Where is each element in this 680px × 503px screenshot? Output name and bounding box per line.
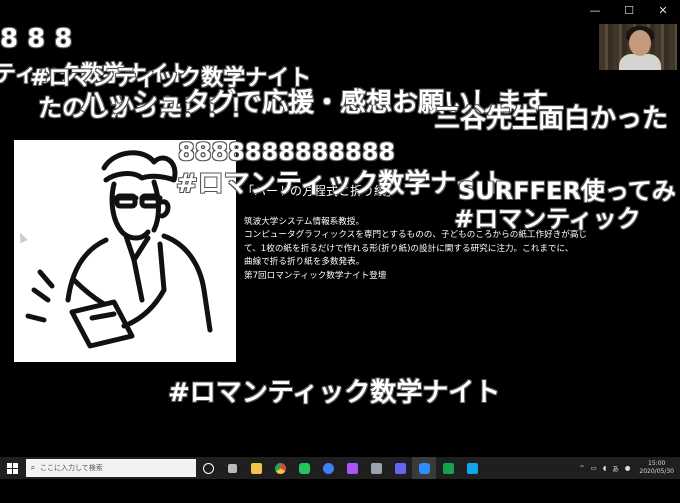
notification-icon[interactable]: ● <box>625 464 631 472</box>
chrome-icon[interactable] <box>268 457 292 479</box>
windows-taskbar: ⌕ ここに入力して検索 ^ ▭ ◖ あ ● 15:00 2020/05/30 <box>0 457 680 479</box>
windows-logo-icon <box>6 462 18 474</box>
explorer-icon[interactable] <box>244 457 268 479</box>
maximize-button[interactable]: ☐ <box>612 0 646 20</box>
teams-icon[interactable] <box>388 457 412 479</box>
comment-overlay: 8888888888888 <box>178 138 396 166</box>
taskbar-search-box[interactable]: ⌕ ここに入力して検索 <box>26 459 196 477</box>
bio-line: て、1枚の紙を折るだけで作れる形(折り紙)の設計に関する研究に注力。これまでに、 <box>244 243 574 254</box>
comment-overlay: 三谷先生面白かった <box>434 104 669 134</box>
start-button[interactable] <box>0 457 24 479</box>
taskbar-clock[interactable]: 15:00 2020/05/30 <box>639 460 674 476</box>
zoom-icon[interactable] <box>412 457 436 479</box>
person-body <box>619 54 661 70</box>
tool-icon[interactable] <box>364 457 388 479</box>
edge-icon[interactable] <box>316 457 340 479</box>
bio-line: 曲線で折る折り紙を多数発表。 <box>244 257 365 268</box>
system-tray: ^ ▭ ◖ あ ● 15:00 2020/05/30 <box>576 457 680 479</box>
close-button[interactable]: ✕ <box>646 0 680 20</box>
minimize-button[interactable]: — <box>578 0 612 20</box>
bottom-margin <box>0 479 680 503</box>
comment-overlay: #ロマンティック数学ナイト <box>168 378 501 408</box>
excel-icon[interactable] <box>436 457 460 479</box>
person-face <box>629 30 651 56</box>
app-icon[interactable] <box>460 457 484 479</box>
window-controls: — ☐ ✕ <box>578 0 680 20</box>
slack-icon[interactable] <box>340 457 364 479</box>
comment-overlay: 8 8 8 <box>0 24 73 54</box>
ime-indicator[interactable]: あ <box>612 463 619 473</box>
volume-icon[interactable]: ◖ <box>603 464 606 472</box>
bio-line: 第7回ロマンティック数学ナイト登壇 <box>244 270 387 281</box>
network-icon[interactable]: ▭ <box>591 464 597 472</box>
task-view-icon[interactable] <box>196 457 220 479</box>
search-placeholder: ここに入力して検索 <box>40 464 103 472</box>
chevron-up-icon[interactable]: ^ <box>579 464 584 472</box>
video-thumbnail[interactable] <box>599 24 677 70</box>
widgets-icon[interactable] <box>220 457 244 479</box>
search-icon: ⌕ <box>30 463 36 472</box>
clock-time: 15:00 <box>648 460 666 467</box>
line-icon[interactable] <box>292 457 316 479</box>
clock-date: 2020/05/30 <box>639 468 674 475</box>
comment-overlay: #ロマンティック <box>454 205 641 233</box>
